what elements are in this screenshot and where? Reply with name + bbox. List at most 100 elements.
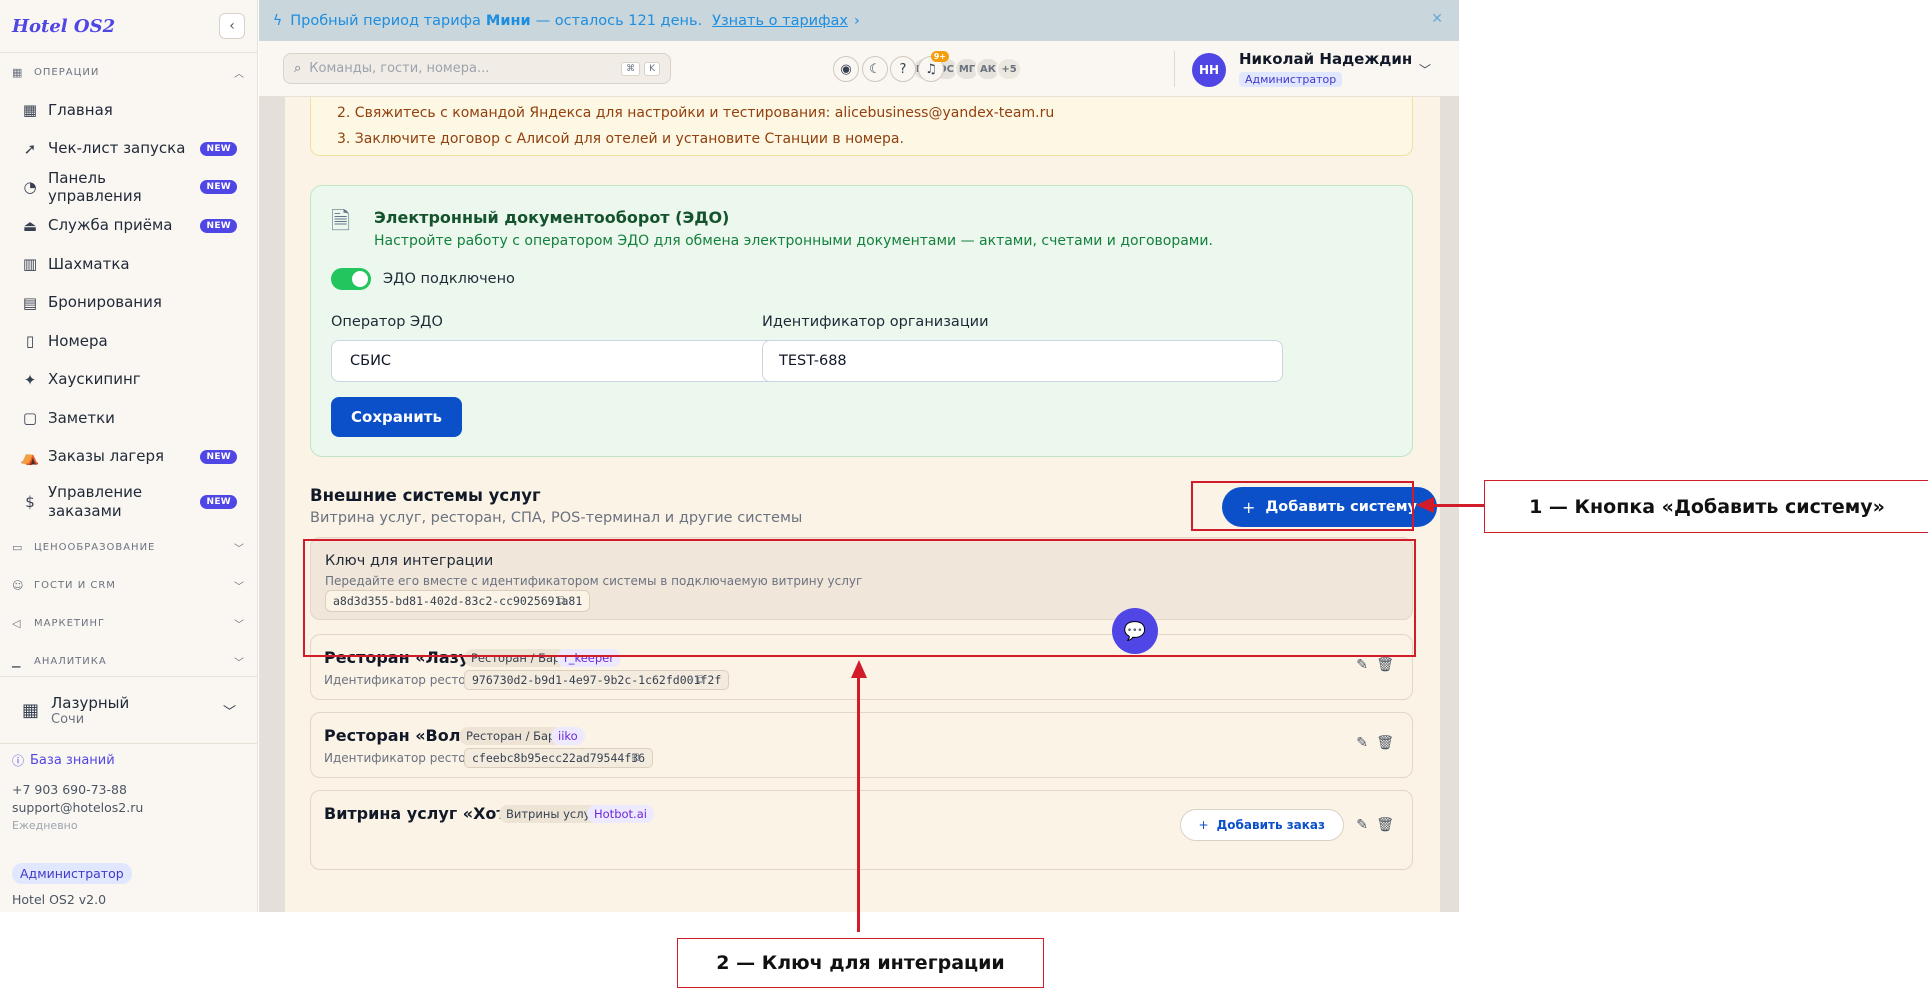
add-order-button[interactable]: + Добавить заказ <box>1179 809 1344 841</box>
app-logo[interactable]: Hotel OS2 <box>12 16 115 37</box>
palette-icon[interactable]: ◉ <box>833 56 859 82</box>
grid-icon: ▦ <box>22 101 38 120</box>
group-pricing[interactable]: ▭ Ценообразование ﹀ <box>0 528 257 566</box>
provider-tag: iiko <box>551 727 585 745</box>
knowledge-base-link[interactable]: ⓘ База знаний <box>12 752 248 769</box>
new-badge: NEW <box>200 495 237 509</box>
receipt-icon: $ <box>25 493 35 511</box>
clipboard-icon: ▤ <box>22 293 38 312</box>
edo-toggle[interactable] <box>331 268 371 290</box>
sidebar-item-bookings[interactable]: ▤ Бронирования <box>0 284 257 323</box>
copy-icon[interactable]: ⧉ <box>632 750 641 765</box>
system-id-value[interactable]: cfeebc8b95ecc22ad79544f36 <box>464 748 654 768</box>
trash-icon[interactable]: 🗑 <box>1376 817 1394 833</box>
external-systems-title: Внешние системы услуг <box>310 486 541 505</box>
kbd-cmd: ⌘ <box>621 61 641 76</box>
sparkle-icon: ✦ <box>23 370 37 389</box>
table-icon: ▥ <box>22 255 38 274</box>
group-operations[interactable]: ▦ Операции ︿ <box>0 53 257 91</box>
close-icon[interactable]: ✕ <box>1431 11 1443 27</box>
group-marketing[interactable]: ◁ Маркетинг ﹀ <box>0 604 257 642</box>
plus-icon: + <box>1198 818 1209 832</box>
system-id-value[interactable]: 976730d2-b9d1-4e97-9b2c-1c62fd001f2f <box>464 670 730 690</box>
card-icon: ▭ <box>12 540 24 554</box>
bell-desk-icon: ⏏ <box>22 216 38 235</box>
group-guests-crm[interactable]: ☺ Гости и CRM ﹀ <box>0 566 257 604</box>
bell-icon[interactable]: ♫ 9+ <box>918 51 949 82</box>
arrow-2-line <box>857 674 860 932</box>
system-type-tag: Ресторан / Бар <box>459 727 563 745</box>
role-badge: Администратор <box>12 863 132 884</box>
more-users-count[interactable]: +5 <box>996 57 1022 81</box>
rocket-icon: ➚ <box>23 139 37 158</box>
chevron-left-icon: ‹ <box>229 18 235 34</box>
hotel-city: Сочи <box>51 711 85 727</box>
trash-icon[interactable]: 🗑 <box>1376 735 1394 751</box>
tent-icon: ⛺ <box>20 447 40 466</box>
note-icon: ▢ <box>22 409 38 428</box>
sidebar-item-dashboard[interactable]: ◔ Панель управления NEW <box>0 168 257 207</box>
save-button[interactable]: Сохранить <box>331 397 462 437</box>
support-phone[interactable]: +7 903 690-73-88 <box>12 781 248 799</box>
topbar: ⌕ Команды, гости, номера... ⌘ K МИ ОС МГ… <box>259 41 1459 97</box>
callout-2: 2 — Ключ для интеграции <box>677 938 1044 988</box>
highlight-integration-key <box>303 539 1416 657</box>
sidebar-item-home[interactable]: ▦ Главная <box>0 91 257 130</box>
new-badge: NEW <box>200 180 237 195</box>
pencil-icon[interactable]: ✎ <box>1356 735 1368 751</box>
help-circle-icon: ⓘ <box>12 754 25 768</box>
chevron-down-icon: ﹀ <box>234 657 245 669</box>
copy-icon[interactable]: ⧉ <box>696 672 705 687</box>
hotel-switcher[interactable]: ▦ Лазурный Сочи ﹀ <box>0 676 258 744</box>
collapse-sidebar-button[interactable]: ‹ <box>219 13 245 39</box>
new-badge: NEW <box>200 449 237 464</box>
sidebar-item-chessboard[interactable]: ▥ Шахматка <box>0 245 257 284</box>
group-analytics[interactable]: ▁ Аналитика ﹀ <box>0 642 257 673</box>
plan-name: Мини <box>485 12 531 29</box>
grid-icon: ▦ <box>12 65 24 79</box>
external-systems-subtitle: Витрина услуг, ресторан, СПА, POS-термин… <box>310 510 803 526</box>
megaphone-icon: ◁ <box>12 616 22 630</box>
sidebar-item-rooms[interactable]: ▯ Номера <box>0 322 257 361</box>
door-icon: ▯ <box>25 332 35 351</box>
alice-step-3: 3. Заключите договор с Алисой для отелей… <box>337 131 904 147</box>
pricing-link[interactable]: Узнать о тарифах <box>712 13 848 29</box>
moon-icon[interactable]: ☾ <box>862 56 888 82</box>
pencil-icon[interactable]: ✎ <box>1356 657 1368 673</box>
help-icon[interactable]: ? <box>890 56 916 82</box>
divider <box>1174 51 1175 87</box>
sidebar-item-front-desk[interactable]: ⏏ Служба приёма NEW <box>0 207 257 246</box>
sidebar-item-order-management[interactable]: $ Управление заказами NEW <box>0 476 257 528</box>
arrow-2-head <box>851 660 867 678</box>
building-icon: ▦ <box>22 699 40 721</box>
service-system-card: Витрина услуг «Хотбот» Витрины услуг Hot… <box>310 790 1413 870</box>
sidebar-item-notes[interactable]: ▢ Заметки <box>0 399 257 438</box>
pencil-icon[interactable]: ✎ <box>1356 817 1368 833</box>
trash-icon[interactable]: 🗑 <box>1376 657 1394 673</box>
org-id-label: Идентификатор организации <box>762 314 989 330</box>
sidebar-item-launch-checklist[interactable]: ➚ Чек-лист запуска NEW <box>0 130 257 169</box>
chevron-down-icon: ﹀ <box>234 581 245 593</box>
trial-banner: ϟ Пробный период тарифа Мини — осталось … <box>259 0 1459 41</box>
chevron-down-icon: ﹀ <box>234 543 245 555</box>
edo-operator-label: Оператор ЭДО <box>331 314 443 330</box>
chevron-down-icon[interactable]: ﹀ <box>1419 61 1431 78</box>
user-name[interactable]: Николай Надеждин <box>1239 50 1412 68</box>
notification-count: 9+ <box>930 51 949 62</box>
edo-description: Настройте работу с оператором ЭДО для об… <box>374 233 1213 249</box>
callout-1: 1 — Кнопка «Добавить систему» <box>1484 480 1928 533</box>
chevron-down-icon: ﹀ <box>234 619 245 631</box>
sidebar-item-camp-orders[interactable]: ⛺ Заказы лагеря NEW <box>0 438 257 477</box>
provider-tag: Hotbot.ai <box>587 805 654 823</box>
edo-title: Электронный документооборот (ЭДО) <box>374 208 730 227</box>
sidebar-item-housekeeping[interactable]: ✦ Хаускипинг <box>0 361 257 400</box>
chart-icon: ▁ <box>12 654 22 668</box>
sidebar-nav[interactable]: ▦ Операции ︿ ▦ Главная ➚ Чек-лист запуск… <box>0 53 257 673</box>
support-email[interactable]: support@hotelos2.ru <box>12 799 248 817</box>
org-id-input[interactable]: TEST-688 <box>762 340 1283 382</box>
gauge-icon: ◔ <box>23 178 37 197</box>
support-hours: Ежедневно <box>12 819 78 832</box>
document-icon: 🗎 <box>331 207 351 235</box>
command-search-input[interactable]: ⌕ Команды, гости, номера... ⌘ K <box>283 53 671 84</box>
user-avatar[interactable]: НН <box>1192 53 1226 87</box>
